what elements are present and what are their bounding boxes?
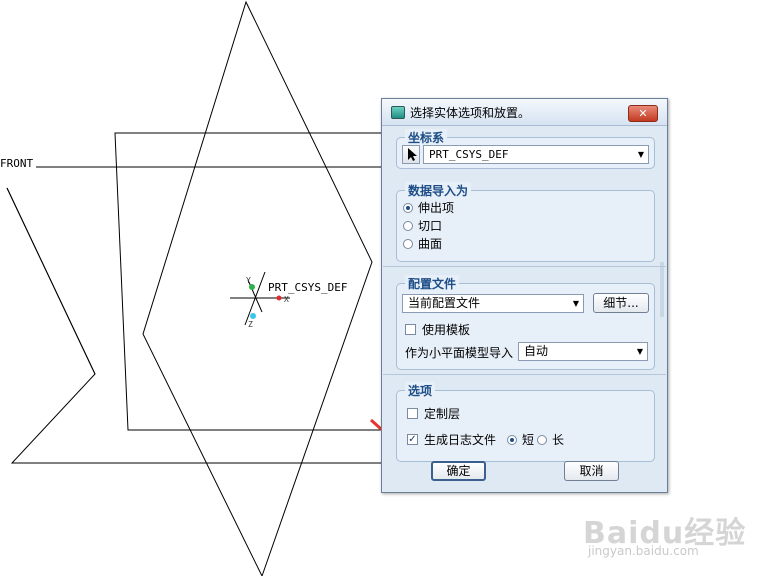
use-template-checkbox[interactable]: 使用模板 bbox=[405, 321, 470, 338]
config-group: 配置文件 当前配置文件 ▼ 细节... 使用模板 作为小平面模型导入 自动 ▼ bbox=[396, 275, 655, 370]
csys-dropdown[interactable]: PRT_CSYS_DEF ▼ bbox=[423, 145, 649, 164]
baidu-watermark-url: jingyan.baidu.com bbox=[588, 544, 699, 558]
csys-group: 坐标系 PRT_CSYS_DEF ▼ bbox=[396, 129, 655, 169]
csys-z-marker bbox=[250, 313, 256, 319]
front-plane-diagonal bbox=[6, 187, 96, 375]
axis-y-label: Y bbox=[246, 276, 251, 285]
radio-icon bbox=[403, 238, 413, 249]
axis-z-label: Z bbox=[248, 320, 253, 329]
datum-plane-front-edges[interactable] bbox=[6, 187, 397, 464]
facet-import-value: 自动 bbox=[524, 344, 549, 358]
log-file-checkbox[interactable]: ✓ 生成日志文件 bbox=[407, 431, 496, 448]
divider bbox=[383, 266, 666, 267]
radio-log-short-label: 短 bbox=[522, 433, 535, 447]
radio-surface[interactable]: 曲面 bbox=[403, 235, 442, 252]
scrollbar[interactable] bbox=[660, 262, 664, 317]
close-button[interactable]: ✕ bbox=[628, 105, 658, 122]
radio-icon bbox=[403, 220, 413, 231]
import-as-group-title: 数据导入为 bbox=[405, 182, 472, 199]
csys-x-marker bbox=[276, 295, 282, 301]
radio-surface-label: 曲面 bbox=[418, 237, 443, 251]
select-csys-button[interactable] bbox=[402, 145, 420, 164]
csys-label: PRT_CSYS_DEF bbox=[268, 281, 348, 294]
config-group-title: 配置文件 bbox=[405, 275, 460, 292]
import-as-group: 数据导入为 伸出项 切口 曲面 bbox=[396, 182, 655, 262]
import-options-dialog: 选择实体选项和放置。 ✕ 坐标系 PRT_CSYS_DEF ▼ 数据导入为 伸出… bbox=[381, 98, 668, 493]
cancel-button[interactable]: 取消 bbox=[564, 461, 619, 481]
radio-protrusion[interactable]: 伸出项 bbox=[403, 199, 454, 216]
datum-plane-right[interactable] bbox=[114, 132, 398, 431]
radio-cut[interactable]: 切口 bbox=[403, 217, 442, 234]
chevron-down-icon: ▼ bbox=[636, 347, 643, 356]
custom-layer-label: 定制层 bbox=[424, 407, 461, 421]
axis-x-label: X bbox=[284, 295, 289, 304]
checkbox-icon bbox=[405, 324, 416, 335]
use-template-label: 使用模板 bbox=[422, 323, 471, 337]
ok-button[interactable]: 确定 bbox=[431, 461, 486, 481]
radio-log-long-label: 长 bbox=[552, 433, 565, 447]
chevron-down-icon: ▼ bbox=[572, 299, 579, 308]
radio-protrusion-label: 伸出项 bbox=[418, 201, 455, 215]
radio-icon bbox=[507, 434, 517, 445]
custom-layer-checkbox[interactable]: 定制层 bbox=[407, 405, 460, 422]
options-group: 选项 定制层 ✓ 生成日志文件 短 长 bbox=[396, 382, 655, 462]
facet-import-dropdown[interactable]: 自动 ▼ bbox=[518, 342, 648, 361]
dialog-titlebar[interactable]: 选择实体选项和放置。 ✕ bbox=[382, 99, 667, 126]
config-file-value: 当前配置文件 bbox=[408, 296, 481, 310]
radio-icon bbox=[403, 202, 413, 213]
dialog-title: 选择实体选项和放置。 bbox=[410, 106, 531, 120]
pointer-arrow-icon bbox=[408, 148, 417, 161]
divider bbox=[383, 374, 666, 375]
radio-icon bbox=[537, 434, 547, 445]
facet-import-label: 作为小平面模型导入 bbox=[405, 346, 514, 360]
log-file-label: 生成日志文件 bbox=[424, 433, 497, 447]
csys-glyph[interactable] bbox=[230, 271, 290, 326]
chevron-down-icon: ▼ bbox=[637, 150, 644, 159]
front-plane-label: FRONT bbox=[0, 157, 34, 170]
details-button[interactable]: 细节... bbox=[593, 293, 649, 313]
csys-group-title: 坐标系 bbox=[405, 129, 448, 146]
options-group-title: 选项 bbox=[405, 382, 436, 399]
radio-log-short[interactable]: 短 bbox=[507, 431, 534, 448]
checkbox-icon bbox=[407, 408, 418, 419]
dialog-app-icon bbox=[391, 106, 405, 119]
config-file-dropdown[interactable]: 当前配置文件 ▼ bbox=[402, 294, 584, 313]
checkbox-checked-icon: ✓ bbox=[407, 434, 418, 445]
radio-log-long[interactable]: 长 bbox=[537, 431, 564, 448]
radio-cut-label: 切口 bbox=[418, 219, 443, 233]
csys-dropdown-value: PRT_CSYS_DEF bbox=[429, 148, 509, 161]
